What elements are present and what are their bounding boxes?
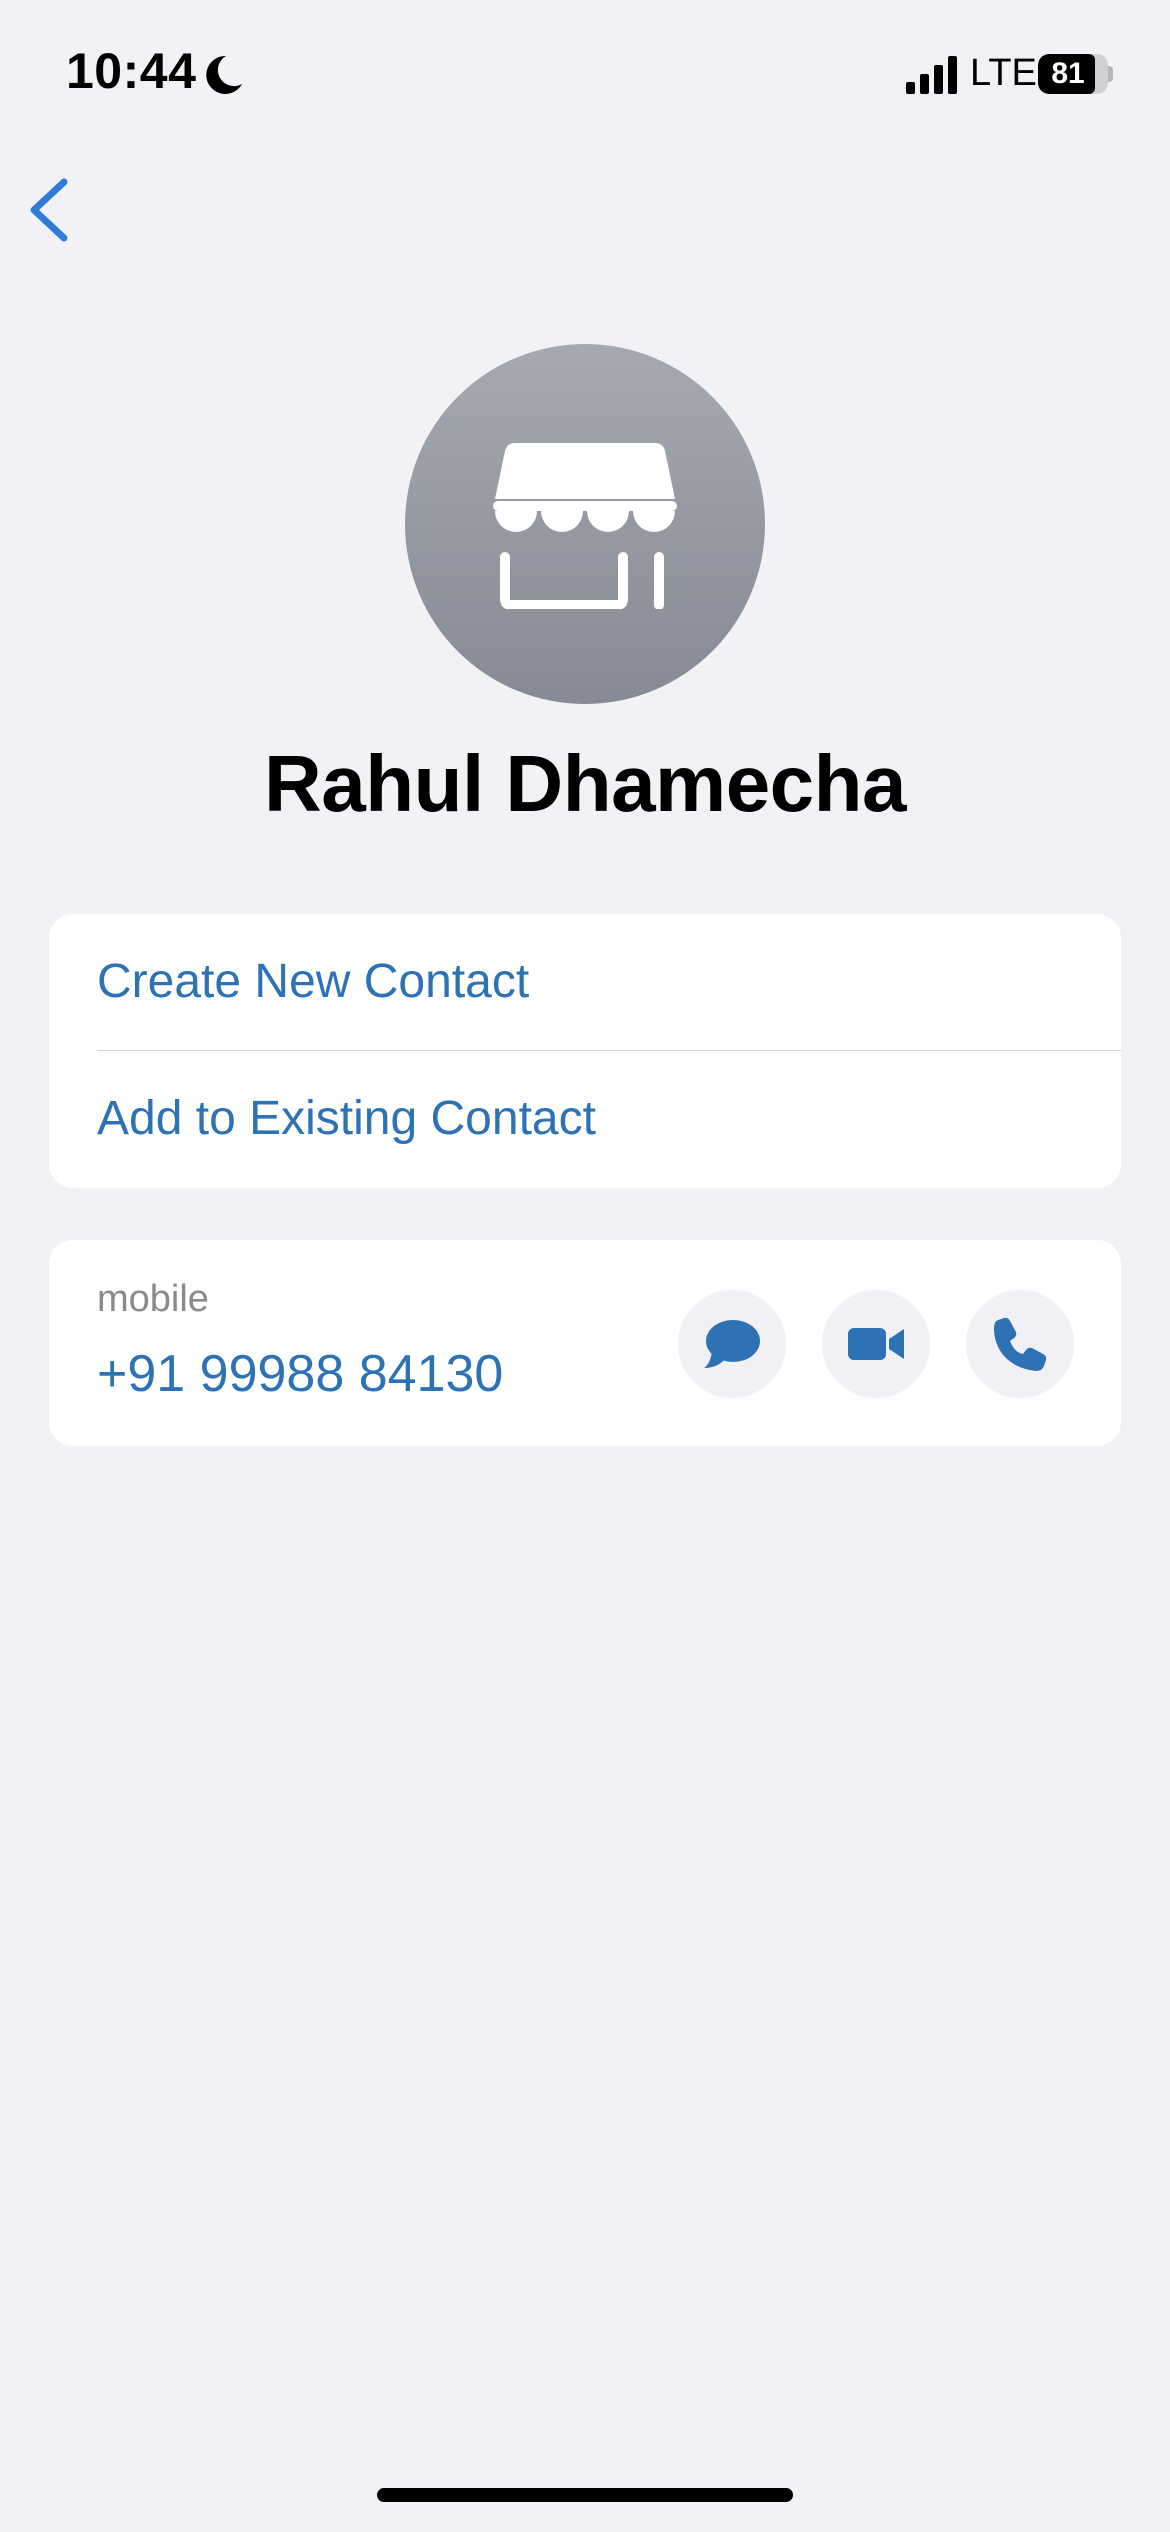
chevron-left-icon [30, 178, 68, 242]
network-type: LTE [970, 52, 1037, 94]
battery-body: 81 [1038, 54, 1108, 94]
create-new-contact-button[interactable]: Create New Contact [97, 914, 1121, 1050]
video-icon [848, 1328, 904, 1360]
phone-card: mobile +91 99988 84130 [49, 1240, 1121, 1446]
storefront-icon [493, 443, 677, 609]
back-button[interactable] [20, 170, 90, 250]
status-bar: 10:44 LTE 81 [0, 0, 1170, 150]
status-time: 10:44 [66, 43, 197, 99]
avatar [405, 344, 765, 704]
contact-screen: 10:44 LTE 81 Rahul Dhamecha Create New C… [0, 0, 1170, 2532]
contact-name: Rahul Dhamecha [263, 739, 907, 828]
cellular-signal-icon [906, 56, 957, 94]
phone-icon [994, 1317, 1047, 1371]
moon-icon [206, 55, 242, 94]
add-to-existing-contact-button[interactable]: Add to Existing Contact [97, 1051, 1121, 1187]
phone-number[interactable]: +91 99988 84130 [97, 1344, 503, 1404]
battery-icon: 81 [1038, 54, 1113, 94]
contact-actions-card: Create New Contact Add to Existing Conta… [49, 914, 1121, 1188]
message-icon [704, 1320, 760, 1368]
phone-label: mobile [97, 1278, 209, 1320]
video-call-button[interactable] [822, 1290, 930, 1398]
message-button[interactable] [678, 1290, 786, 1398]
call-button[interactable] [966, 1290, 1074, 1398]
home-indicator[interactable] [377, 2488, 793, 2502]
battery-nub [1108, 66, 1113, 82]
battery-level: 81 [1051, 57, 1085, 90]
